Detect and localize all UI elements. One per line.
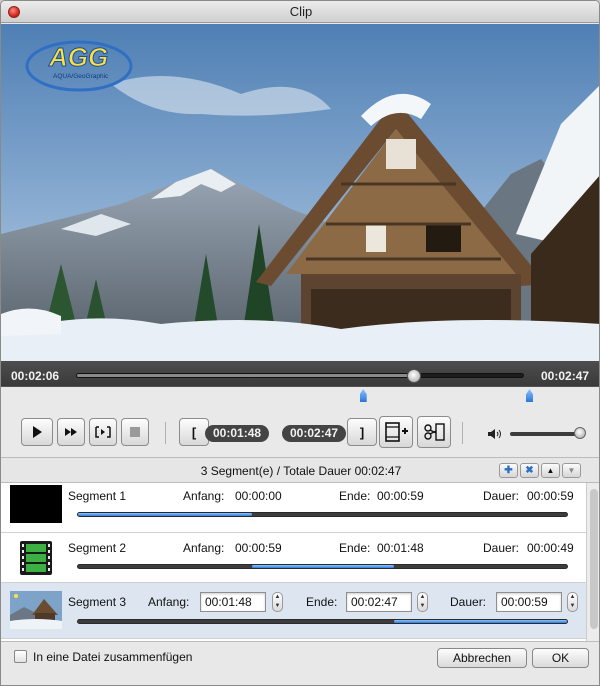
segment-range-fill	[394, 620, 567, 623]
segment-duration-value: 00:00:49	[527, 541, 574, 555]
seek-progress	[77, 374, 414, 377]
end-time-display: 00:02:47	[282, 425, 347, 442]
volume-slider[interactable]	[510, 427, 586, 439]
segment-end-value: 00:01:48	[377, 541, 424, 555]
start-time-field[interactable]: 00:01:48	[200, 592, 266, 612]
video-preview: AGG AQUA/GeoGraphic	[1, 24, 599, 361]
playhead-knob[interactable]	[406, 369, 421, 383]
merge-checkbox[interactable]	[14, 650, 27, 663]
title-bar: Clip	[1, 1, 599, 23]
window-title: Clip	[289, 4, 313, 19]
start-time-stepper[interactable]: ▲ ▼	[272, 592, 283, 612]
segment-end-label: Ende:	[306, 595, 338, 609]
split-segment-button[interactable]	[417, 416, 451, 448]
logo-subtext: AQUA/GeoGraphic	[53, 73, 109, 80]
segment-thumbnail	[10, 539, 62, 577]
segment-end-value: 00:00:59	[377, 489, 424, 503]
segment-list: Segment 1 Anfang: 00:00:00 Ende: 00:00:5…	[1, 483, 586, 641]
start-time-display: 00:01:48	[205, 425, 270, 442]
plus-icon: ✚	[504, 465, 513, 476]
video-frame-image: AGG AQUA/GeoGraphic	[1, 24, 599, 361]
end-time-field[interactable]: 00:02:47	[346, 592, 412, 612]
up-arrow-icon: ▲	[546, 466, 555, 475]
dialog-footer: In eine Datei zusammenfügen Abbrechen OK	[1, 641, 599, 685]
segment-duration-label: Dauer:	[450, 595, 487, 609]
speaker-icon	[488, 429, 501, 439]
stop-icon	[130, 427, 140, 437]
frame-step-icon	[95, 426, 111, 438]
current-time: 00:02:06	[11, 369, 60, 383]
separator	[165, 422, 166, 444]
end-time-stepper[interactable]: ▲ ▼	[417, 592, 428, 612]
merge-label: In eine Datei zusammenfügen	[33, 650, 193, 664]
segment-row-selected[interactable]: Segment 3 Anfang: 00:01:48 ▲ ▼ Ende: 00:0…	[1, 583, 586, 639]
add-segment-icon	[385, 422, 408, 442]
play-button[interactable]	[21, 418, 53, 446]
segment-start-label: Anfang:	[183, 541, 225, 555]
start-marker-handle[interactable]	[359, 389, 367, 402]
fast-forward-icon	[65, 428, 77, 436]
move-down-button[interactable]: ▼	[562, 463, 581, 478]
play-icon	[33, 426, 42, 438]
segments-header: 3 Segment(e) / Totale Dauer 00:02:47 ✚ ✖…	[1, 457, 599, 483]
segment-list-scrollbar[interactable]	[586, 483, 599, 641]
segment-range-fill	[252, 565, 395, 568]
segment-start-value: 00:00:59	[235, 541, 282, 555]
segment-name: Segment 3	[68, 595, 127, 609]
down-arrow-icon: ▼	[567, 466, 576, 475]
segment-range-fill	[78, 513, 253, 516]
x-icon: ✖	[525, 465, 534, 476]
segment-row[interactable]: Segment 1 Anfang: 00:00:00 Ende: 00:00:5…	[1, 483, 586, 533]
clip-window: Clip AGG AQUA/GeoGraphic 00:02:06 00:02:…	[0, 0, 600, 686]
house-thumbnail-image	[10, 591, 62, 629]
segment-duration-label: Dauer:	[483, 489, 520, 503]
duration-stepper[interactable]: ▲ ▼	[567, 592, 578, 612]
fast-forward-button[interactable]	[57, 418, 85, 446]
playback-controls: [ 00:01:48 00:02:47 ]	[1, 407, 599, 457]
set-end-button[interactable]: ]	[347, 418, 377, 446]
segment-start-value: 00:00:00	[235, 489, 282, 503]
remove-segment-button[interactable]: ✖	[520, 463, 539, 478]
logo-text: AGG	[48, 42, 108, 72]
segment-range-bar	[77, 564, 568, 569]
segment-duration-label: Dauer:	[483, 541, 520, 555]
add-segment-button[interactable]	[379, 416, 413, 448]
cancel-button[interactable]: Abbrechen	[437, 648, 527, 668]
segment-range-bar	[77, 512, 568, 517]
segment-end-label: Ende:	[339, 489, 371, 503]
volume-knob[interactable]	[573, 427, 586, 439]
end-marker-handle[interactable]	[526, 389, 533, 402]
segment-end-label: Ende:	[339, 541, 371, 555]
frame-step-button[interactable]	[89, 418, 117, 446]
segment-name: Segment 2	[68, 541, 127, 555]
stop-button[interactable]	[121, 418, 149, 446]
close-window-button[interactable]	[8, 6, 20, 18]
add-segment-mini-button[interactable]: ✚	[499, 463, 518, 478]
separator	[462, 422, 463, 444]
ok-button[interactable]: OK	[532, 648, 589, 668]
segment-thumbnail	[10, 591, 62, 629]
segment-start-label: Anfang:	[183, 489, 225, 503]
seek-slider[interactable]	[76, 369, 524, 383]
segment-name: Segment 1	[68, 489, 127, 503]
move-up-button[interactable]: ▲	[541, 463, 560, 478]
scrollbar-thumb[interactable]	[590, 489, 598, 629]
timeline-bar: 00:02:06 00:02:47	[1, 361, 599, 407]
segment-thumbnail	[10, 485, 62, 523]
scissors-film-icon	[424, 423, 445, 441]
total-time: 00:02:47	[541, 369, 590, 383]
segment-duration-value: 00:00:59	[527, 489, 574, 503]
segment-start-label: Anfang:	[148, 595, 190, 609]
segment-row[interactable]: Segment 2 Anfang: 00:00:59 Ende: 00:01:4…	[1, 533, 586, 583]
duration-field[interactable]: 00:00:59	[496, 592, 562, 612]
segment-range-bar	[77, 619, 568, 624]
film-strip-icon	[20, 541, 52, 575]
